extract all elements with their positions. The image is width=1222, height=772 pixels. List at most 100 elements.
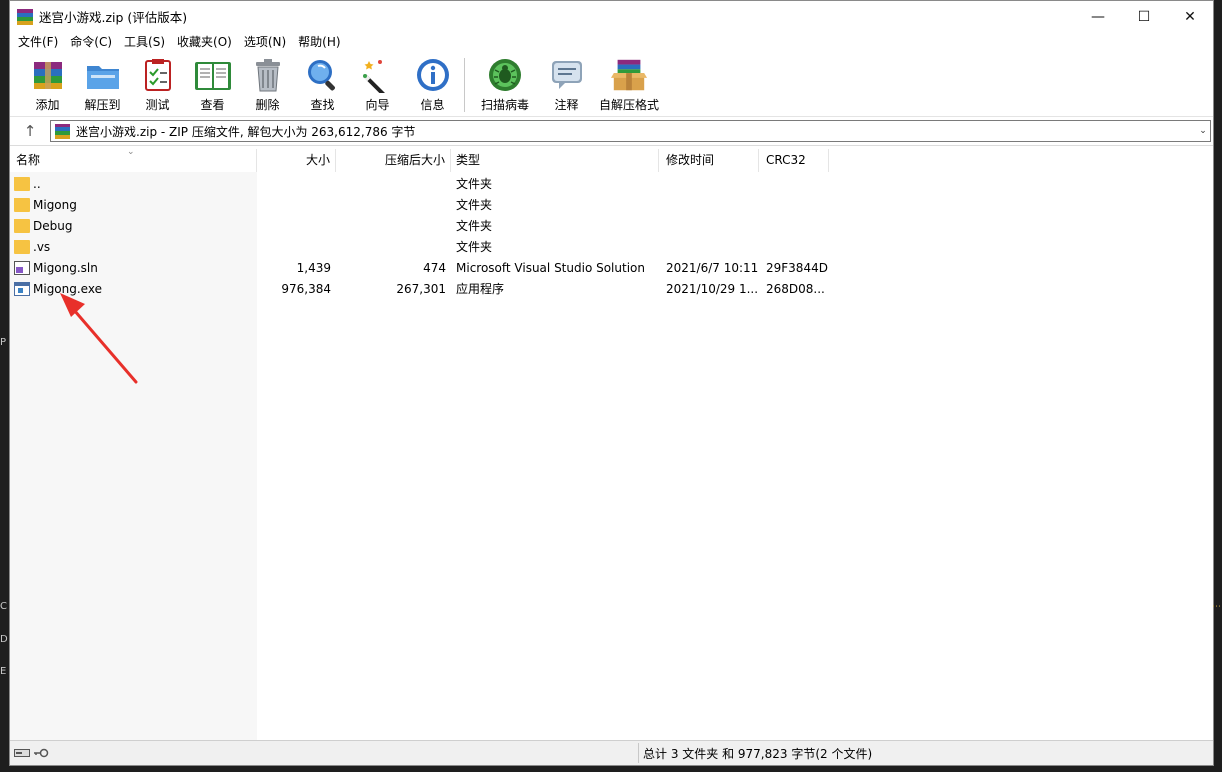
file-type: 文件夹	[456, 198, 493, 212]
comment-label: 注释	[554, 98, 579, 112]
archive-icon	[55, 123, 70, 139]
key-icon	[34, 748, 49, 758]
file-name: Debug	[33, 218, 73, 233]
minimize-button[interactable]: —	[1075, 1, 1121, 32]
file-name: Migong	[33, 197, 77, 212]
status-summary: 总计 3 文件夹 和 977,823 字节(2 个文件)	[643, 746, 873, 761]
test-label: 测试	[145, 98, 170, 112]
comment-icon	[548, 56, 586, 94]
winrar-window: 迷宫小游戏.zip (评估版本) — ☐ ✕ 文件(F) 命令(C) 工具(S)…	[9, 0, 1214, 766]
table-row[interactable]: .. 文件夹	[10, 173, 1213, 194]
background-fragment: D	[0, 634, 8, 645]
sort-arrow-icon: ⌄	[127, 147, 135, 157]
file-type: 文件夹	[456, 240, 493, 254]
file-list[interactable]: 名称 ⌄ 大小 压缩后大小 类型 修改时间 CRC32 .. 文件夹 Migon…	[10, 147, 1213, 741]
table-row[interactable]: Migong.exe 976,384 267,301 应用程序 2021/10/…	[10, 278, 1213, 299]
table-row[interactable]: .vs 文件夹	[10, 236, 1213, 257]
winrar-app-icon	[17, 8, 33, 25]
test-icon	[139, 56, 177, 94]
file-crc: 29F3844D	[766, 260, 828, 275]
extract-to-button[interactable]: 解压到	[75, 52, 130, 113]
column-header-crc[interactable]: CRC32	[759, 149, 829, 172]
exe-icon	[14, 281, 30, 296]
maximize-button[interactable]: ☐	[1121, 1, 1167, 32]
delete-label: 删除	[255, 98, 280, 112]
file-type: Microsoft Visual Studio Solution	[456, 260, 645, 275]
toolbar: 添加 解压到 测试 查看 删除 查找 向导 信息 扫描病毒 注释 自解压格式	[10, 52, 1213, 117]
background-fragment: ⋯	[1212, 602, 1221, 612]
background-fragment: E	[0, 666, 7, 677]
file-name: ..	[33, 176, 41, 191]
toolbar-separator	[464, 58, 465, 112]
wizard-icon	[359, 56, 397, 94]
column-header-modified[interactable]: 修改时间	[659, 149, 759, 172]
file-type: 文件夹	[456, 219, 493, 233]
delete-icon	[249, 56, 287, 94]
extract-to-icon	[84, 56, 122, 94]
sfx-icon	[610, 56, 648, 94]
menu-bar: 文件(F) 命令(C) 工具(S) 收藏夹(O) 选项(N) 帮助(H)	[10, 32, 1213, 52]
virus-scan-icon	[486, 56, 524, 94]
table-row[interactable]: Migong 文件夹	[10, 194, 1213, 215]
info-button[interactable]: 信息	[405, 52, 460, 113]
comment-button[interactable]: 注释	[539, 52, 594, 113]
menu-favorites[interactable]: 收藏夹(O)	[171, 32, 238, 52]
column-header-type[interactable]: 类型	[451, 149, 659, 172]
menu-commands[interactable]: 命令(C)	[64, 32, 118, 52]
file-name: .vs	[33, 239, 51, 254]
status-bar: 总计 3 文件夹 和 977,823 字节(2 个文件)	[10, 740, 1213, 765]
view-button[interactable]: 查看	[185, 52, 240, 113]
column-header-size[interactable]: 大小	[257, 149, 336, 172]
info-label: 信息	[420, 98, 445, 112]
folder-icon	[14, 197, 30, 212]
virus-scan-button[interactable]: 扫描病毒	[471, 52, 539, 113]
table-row[interactable]: Debug 文件夹	[10, 215, 1213, 236]
menu-help[interactable]: 帮助(H)	[292, 32, 346, 52]
sfx-label: 自解压格式	[598, 98, 659, 112]
file-name: Migong.sln	[33, 260, 98, 275]
file-modified: 2021/6/7 10:11	[666, 260, 759, 275]
extract-to-label: 解压到	[84, 98, 121, 112]
file-packed-size: 267,301	[396, 281, 446, 296]
file-size: 1,439	[296, 260, 331, 275]
file-packed-size: 474	[423, 260, 446, 275]
add-label: 添加	[35, 98, 60, 112]
column-header-name[interactable]: 名称 ⌄	[10, 147, 257, 172]
view-label: 查看	[200, 98, 225, 112]
menu-file[interactable]: 文件(F)	[12, 32, 64, 52]
find-icon	[304, 56, 342, 94]
add-archive-icon	[29, 56, 67, 94]
up-folder-button[interactable]: ↑	[10, 122, 50, 140]
column-name-label: 名称	[16, 153, 41, 167]
file-size: 976,384	[281, 281, 331, 296]
title-bar[interactable]: 迷宫小游戏.zip (评估版本) — ☐ ✕	[10, 1, 1213, 32]
path-field[interactable]: 迷宫小游戏.zip - ZIP 压缩文件, 解包大小为 263,612,786 …	[50, 120, 1211, 142]
address-bar: ↑ 迷宫小游戏.zip - ZIP 压缩文件, 解包大小为 263,612,78…	[10, 117, 1213, 146]
file-type: 文件夹	[456, 177, 493, 191]
test-button[interactable]: 测试	[130, 52, 185, 113]
menu-options[interactable]: 选项(N)	[238, 32, 292, 52]
file-rows: .. 文件夹 Migong 文件夹 Debug 文件夹 .vs 文件夹 Migo…	[10, 173, 1213, 299]
virus-scan-label: 扫描病毒	[480, 98, 529, 112]
folder-icon	[14, 176, 30, 191]
wizard-label: 向导	[365, 98, 390, 112]
delete-button[interactable]: 删除	[240, 52, 295, 113]
find-button[interactable]: 查找	[295, 52, 350, 113]
sfx-button[interactable]: 自解压格式	[594, 52, 664, 113]
menu-tools[interactable]: 工具(S)	[118, 32, 171, 52]
path-text: 迷宫小游戏.zip - ZIP 压缩文件, 解包大小为 263,612,786 …	[76, 124, 416, 139]
add-button[interactable]: 添加	[20, 52, 75, 113]
wizard-button[interactable]: 向导	[350, 52, 405, 113]
file-crc: 268D08...	[766, 281, 825, 296]
status-spacer	[54, 743, 639, 763]
column-header: 名称 ⌄ 大小 压缩后大小 类型 修改时间 CRC32	[10, 147, 1213, 172]
chevron-down-icon[interactable]: ⌄	[1196, 126, 1210, 136]
file-type: 应用程序	[456, 282, 505, 296]
table-row[interactable]: Migong.sln 1,439 474 Microsoft Visual St…	[10, 257, 1213, 278]
column-header-packed[interactable]: 压缩后大小	[336, 149, 451, 172]
close-button[interactable]: ✕	[1167, 1, 1213, 32]
view-icon	[194, 56, 232, 94]
folder-icon	[14, 218, 30, 233]
folder-icon	[14, 239, 30, 254]
file-modified: 2021/10/29 1...	[666, 281, 759, 296]
